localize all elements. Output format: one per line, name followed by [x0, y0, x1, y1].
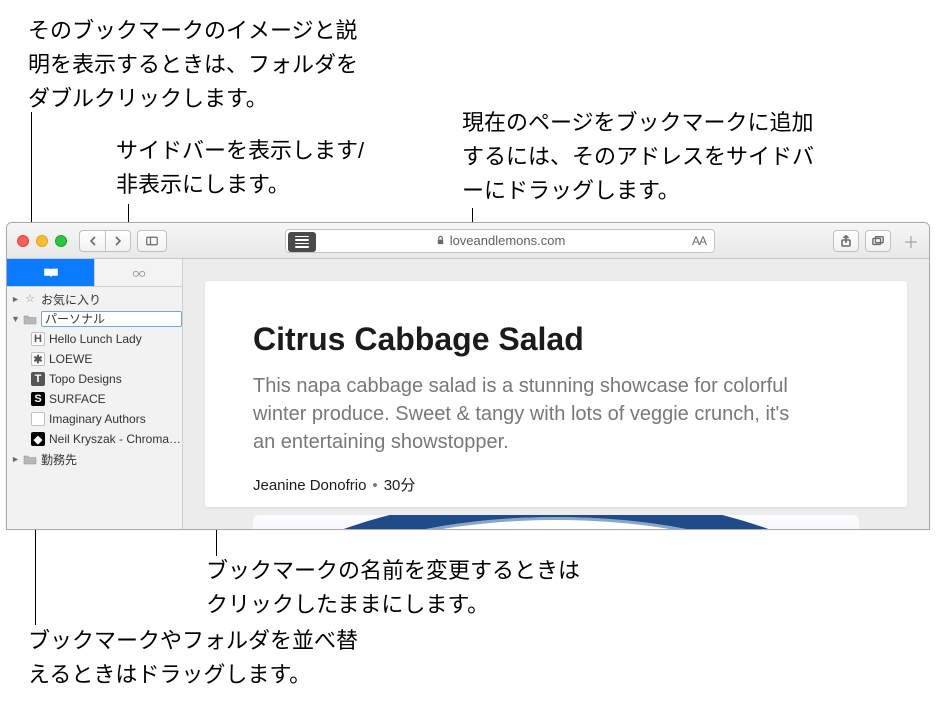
callout-rename: ブックマークの名前を変更するときはクリックしたままにします。: [206, 554, 586, 622]
sidebar-item-label: Hello Lunch Lady: [49, 332, 182, 346]
toolbar: loveandlemons.com AA ＋: [7, 223, 929, 259]
minimize-window-button[interactable]: [36, 235, 48, 247]
safari-window: loveandlemons.com AA ＋: [6, 222, 930, 530]
sidebar-item-label: お気に入り: [41, 291, 182, 308]
sidebar-item-label-editing[interactable]: パーソナル: [41, 311, 182, 327]
book-icon: [43, 267, 59, 279]
folder-icon: [23, 312, 37, 326]
callout-sidebar-toggle: サイドバーを表示します/非表示にします。: [116, 134, 376, 202]
favicon-icon: ✱: [31, 352, 45, 366]
forward-button[interactable]: [105, 230, 131, 252]
reader-card: Citrus Cabbage Salad This napa cabbage s…: [205, 281, 907, 507]
star-icon: ☆: [23, 292, 37, 306]
window-controls: [17, 235, 67, 247]
new-tab-button[interactable]: ＋: [899, 229, 923, 253]
sidebar-item-label: Neil Kryszak - Chromatic E…: [49, 432, 182, 446]
sidebar-item-label: Topo Designs: [49, 372, 182, 386]
sidebar-bookmark-item[interactable]: Imaginary Authors: [7, 409, 182, 429]
sidebar-item-label: Imaginary Authors: [49, 412, 182, 426]
glasses-icon: [131, 267, 147, 279]
article-photo: [253, 515, 859, 529]
toolbar-right: ＋: [833, 229, 923, 253]
plate-rim: [253, 515, 859, 529]
sidebar-toggle-button[interactable]: [137, 230, 167, 252]
article-lead: This napa cabbage salad is a stunning sh…: [253, 372, 813, 456]
sidebar-item-personal[interactable]: パーソナル: [7, 309, 182, 329]
sidebar-bookmark-item[interactable]: H Hello Lunch Lady: [7, 329, 182, 349]
sidebar-item-label: SURFACE: [49, 392, 182, 406]
sidebar-item-work[interactable]: 勤務先: [7, 449, 182, 469]
disclosure-triangle-icon[interactable]: [11, 295, 19, 303]
tab-reading-list[interactable]: [95, 259, 182, 286]
close-window-button[interactable]: [17, 235, 29, 247]
share-button[interactable]: [833, 230, 859, 252]
lock-icon: [435, 235, 446, 246]
favicon-icon: H: [31, 332, 45, 346]
tabs-button[interactable]: [865, 230, 891, 252]
sidebar-bookmark-item[interactable]: S SURFACE: [7, 389, 182, 409]
disclosure-triangle-icon[interactable]: [11, 315, 19, 323]
article-author: Jeanine Donofrio: [253, 477, 366, 494]
sidebar-bookmark-item[interactable]: ✱ LOEWE: [7, 349, 182, 369]
favicon-icon: T: [31, 372, 45, 386]
sidebar-item-label: LOEWE: [49, 352, 182, 366]
sidebar-bookmark-item[interactable]: ◆ Neil Kryszak - Chromatic E…: [7, 429, 182, 449]
article-meta: Jeanine Donofrio • 30分: [253, 474, 859, 495]
article-title: Citrus Cabbage Salad: [253, 321, 859, 358]
sidebar-tabs: [7, 259, 182, 287]
callout-doubleclick-folder: そのブックマークのイメージと説明を表示するときは、フォルダをダブルクリックします…: [28, 14, 358, 116]
back-button[interactable]: [79, 230, 105, 252]
tab-bookmarks[interactable]: [7, 259, 95, 286]
content-area: Citrus Cabbage Salad This napa cabbage s…: [183, 259, 929, 529]
meta-separator: •: [372, 477, 377, 494]
folder-icon: [23, 452, 37, 466]
address-bar-wrap: loveandlemons.com AA: [173, 229, 827, 253]
favicon-icon: S: [31, 392, 45, 406]
article-time: 30分: [384, 477, 416, 494]
text-size-button[interactable]: AA: [692, 234, 706, 248]
sidebar-item-label: 勤務先: [41, 451, 182, 468]
sidebar-list: ☆ お気に入り パーソナル H Hello Lunch Lady ✱ LOEWE: [7, 287, 182, 529]
favicon-icon: ◆: [31, 432, 45, 446]
favicon-icon: [31, 412, 45, 426]
disclosure-triangle-icon[interactable]: [11, 455, 19, 463]
reader-mode-button[interactable]: [288, 232, 316, 252]
nav-buttons: [79, 230, 131, 252]
callout-reorder: ブックマークやフォルダを並べ替えるときはドラッグします。: [28, 624, 358, 692]
sidebar-item-favorites[interactable]: ☆ お気に入り: [7, 289, 182, 309]
sidebar-bookmark-item[interactable]: T Topo Designs: [7, 369, 182, 389]
address-url: loveandlemons.com: [450, 233, 566, 248]
callout-drag-url: 現在のページをブックマークに追加するには、そのアドレスをサイドバーにドラッグしま…: [462, 106, 822, 208]
window-body: ☆ お気に入り パーソナル H Hello Lunch Lady ✱ LOEWE: [7, 259, 929, 529]
bookmarks-sidebar: ☆ お気に入り パーソナル H Hello Lunch Lady ✱ LOEWE: [7, 259, 183, 529]
maximize-window-button[interactable]: [55, 235, 67, 247]
address-bar[interactable]: loveandlemons.com AA: [285, 229, 715, 253]
